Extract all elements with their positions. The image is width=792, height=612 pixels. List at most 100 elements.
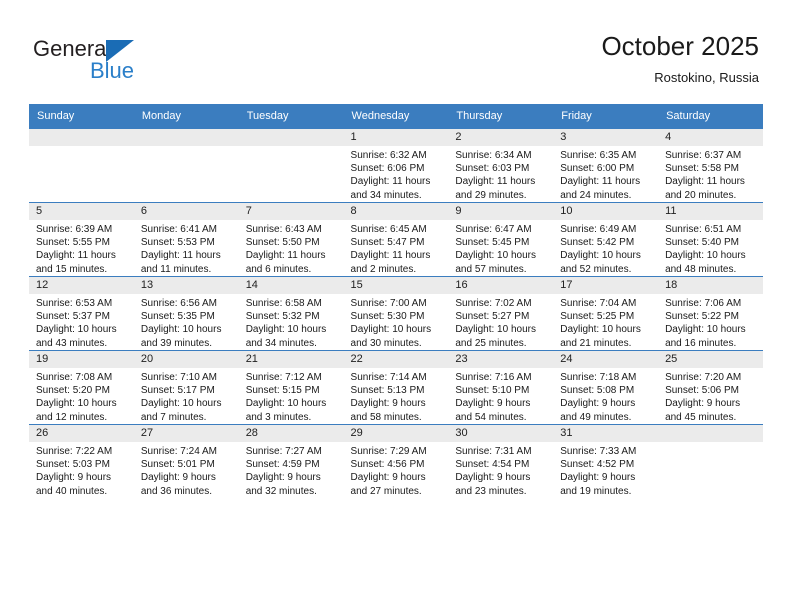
calendar-day-cell[interactable]: 12 Sunrise: 6:53 AM Sunset: 5:37 PM Dayligh… <box>29 276 134 351</box>
sunset-time: Sunset: 6:06 PM <box>350 163 425 175</box>
calendar-day-cell[interactable]: 19 Sunrise: 7:08 AM Sunset: 5:20 PM Dayligh… <box>29 350 134 425</box>
calendar-day-cell[interactable]: 5 Sunrise: 6:39 AM Sunset: 5:55 PM Daylight… <box>29 202 134 277</box>
sunset-time: Sunset: 4:59 PM <box>245 459 320 471</box>
calendar-day-cell[interactable]: 9 Sunrise: 6:47 AM Sunset: 5:45 PM Daylight… <box>448 202 554 277</box>
day-cell-content: 25 Sunrise: 7:20 AM Sunset: 5:06 PM Dayligh… <box>658 351 763 424</box>
sunset-time: Sunset: 4:52 PM <box>560 459 635 471</box>
daylight-duration-line2: and 36 minutes. <box>140 485 213 497</box>
day-details: Sunrise: 6:41 AM Sunset: 5:53 PM Daylight:… <box>134 220 239 276</box>
day-cell-content: 12 Sunrise: 6:53 AM Sunset: 5:37 PM Dayligh… <box>29 277 134 350</box>
day-cell-content <box>133 129 239 202</box>
day-cell-content: 11 Sunrise: 6:51 AM Sunset: 5:40 PM Dayligh… <box>658 203 763 276</box>
calendar-day-cell[interactable]: 13 Sunrise: 6:56 AM Sunset: 5:35 PM Dayligh… <box>133 276 239 351</box>
calendar-day-cell[interactable]: 21 Sunrise: 7:12 AM Sunset: 5:15 PM Dayligh… <box>238 350 344 425</box>
calendar-day-cell[interactable]: 31 Sunrise: 7:33 AM Sunset: 4:52 PM Dayligh… <box>553 424 659 498</box>
daylight-duration-line1: Daylight: 10 hours <box>455 250 536 262</box>
daylight-duration-line2: and 34 minutes. <box>350 189 422 201</box>
daylight-duration-line2: and 30 minutes. <box>350 337 422 349</box>
calendar-day-cell[interactable]: 28 Sunrise: 7:27 AM Sunset: 4:59 PM Dayligh… <box>238 424 344 498</box>
calendar-day-cell[interactable]: 8 Sunrise: 6:45 AM Sunset: 5:47 PM Daylight… <box>343 202 449 277</box>
day-cell-content: 30 Sunrise: 7:31 AM Sunset: 4:54 PM Dayligh… <box>448 425 554 498</box>
daylight-duration-line1: Daylight: 11 hours <box>245 250 326 262</box>
sunset-time: Sunset: 5:27 PM <box>455 311 530 323</box>
sunset-time: Sunset: 5:47 PM <box>350 237 425 249</box>
day-number <box>238 129 344 146</box>
calendar-day-cell[interactable]: 24 Sunrise: 7:18 AM Sunset: 5:08 PM Dayligh… <box>553 350 659 425</box>
calendar-day-cell[interactable]: 17 Sunrise: 7:04 AM Sunset: 5:25 PM Dayligh… <box>553 276 659 351</box>
daylight-duration-line1: Daylight: 10 hours <box>560 324 641 336</box>
calendar-header-row: Sunday Monday Tuesday Wednesday Thursday… <box>29 104 763 129</box>
day-number: 13 <box>133 277 239 294</box>
sunset-time: Sunset: 5:40 PM <box>665 237 739 249</box>
day-cell-content: 1 Sunrise: 6:32 AM Sunset: 6:06 PM Daylight… <box>343 129 449 202</box>
daylight-duration-line2: and 32 minutes. <box>245 485 317 497</box>
day-number: 2 <box>448 129 554 146</box>
day-number: 6 <box>133 203 239 220</box>
calendar-day-cell[interactable]: 2 Sunrise: 6:34 AM Sunset: 6:03 PM Daylight… <box>448 128 554 203</box>
calendar-day-cell[interactable]: 7 Sunrise: 6:43 AM Sunset: 5:50 PM Daylight… <box>238 202 344 277</box>
daylight-duration-line2: and 52 minutes. <box>560 263 632 275</box>
sunset-time: Sunset: 4:54 PM <box>455 459 530 471</box>
daylight-duration-line2: and 39 minutes. <box>140 337 213 349</box>
daylight-duration-line1: Daylight: 10 hours <box>245 324 327 336</box>
day-cell-content: 22 Sunrise: 7:14 AM Sunset: 5:13 PM Dayligh… <box>343 351 449 424</box>
day-number: 30 <box>448 425 554 442</box>
calendar-day-cell[interactable]: 11 Sunrise: 6:51 AM Sunset: 5:40 PM Dayligh… <box>658 202 763 277</box>
weekday-header-thursday: Thursday <box>448 104 554 129</box>
sunset-time: Sunset: 5:55 PM <box>36 237 110 249</box>
daylight-duration-line2: and 43 minutes. <box>36 337 108 349</box>
general-blue-logo[interactable]: General Blue <box>33 36 213 86</box>
weekday-header-wednesday: Wednesday <box>343 104 449 129</box>
daylight-duration-line2: and 29 minutes. <box>455 189 527 201</box>
day-details: Sunrise: 7:33 AM Sunset: 4:52 PM Daylight:… <box>553 442 658 498</box>
calendar-day-cell[interactable]: 26 Sunrise: 7:22 AM Sunset: 5:03 PM Dayligh… <box>29 424 134 498</box>
daylight-duration-line2: and 19 minutes. <box>560 485 632 497</box>
calendar-day-cell[interactable]: 23 Sunrise: 7:16 AM Sunset: 5:10 PM Dayligh… <box>448 350 554 425</box>
day-number <box>133 129 239 146</box>
daylight-duration-line2: and 7 minutes. <box>140 411 207 423</box>
calendar-day-cell[interactable]: 29 Sunrise: 7:29 AM Sunset: 4:56 PM Dayligh… <box>343 424 449 498</box>
calendar-day-cell[interactable]: 30 Sunrise: 7:31 AM Sunset: 4:54 PM Dayligh… <box>448 424 554 498</box>
daylight-duration-line1: Daylight: 9 hours <box>560 472 636 484</box>
day-details: Sunrise: 7:20 AM Sunset: 5:06 PM Daylight:… <box>658 368 763 424</box>
day-cell-content: 6 Sunrise: 6:41 AM Sunset: 5:53 PM Daylight… <box>133 203 239 276</box>
page-subtitle: Rostokino, Russia <box>654 70 759 85</box>
weekday-header-sunday: Sunday <box>29 104 134 129</box>
sunset-time: Sunset: 5:42 PM <box>560 237 635 249</box>
day-number: 12 <box>29 277 134 294</box>
sunset-time: Sunset: 5:10 PM <box>455 385 530 397</box>
calendar-day-cell[interactable]: 1 Sunrise: 6:32 AM Sunset: 6:06 PM Daylight… <box>343 128 449 203</box>
daylight-duration-line1: Daylight: 11 hours <box>455 176 536 188</box>
day-number: 23 <box>448 351 554 368</box>
calendar-day-cell[interactable]: 4 Sunrise: 6:37 AM Sunset: 5:58 PM Daylight… <box>658 128 763 203</box>
day-details: Sunrise: 6:32 AM Sunset: 6:06 PM Daylight:… <box>344 146 449 202</box>
calendar-day-cell[interactable]: 18 Sunrise: 7:06 AM Sunset: 5:22 PM Dayligh… <box>658 276 763 351</box>
sunrise-time: Sunrise: 7:18 AM <box>560 372 637 383</box>
daylight-duration-line2: and 54 minutes. <box>455 411 527 423</box>
day-details: Sunrise: 6:39 AM Sunset: 5:55 PM Daylight:… <box>29 220 134 276</box>
day-cell-content: 4 Sunrise: 6:37 AM Sunset: 5:58 PM Daylight… <box>658 129 763 202</box>
sunrise-time: Sunrise: 7:33 AM <box>560 446 637 457</box>
day-number: 29 <box>343 425 449 442</box>
calendar-day-cell[interactable]: 27 Sunrise: 7:24 AM Sunset: 5:01 PM Dayligh… <box>133 424 239 498</box>
calendar-day-cell[interactable]: 10 Sunrise: 6:49 AM Sunset: 5:42 PM Dayligh… <box>553 202 659 277</box>
calendar-day-cell[interactable]: 14 Sunrise: 6:58 AM Sunset: 5:32 PM Dayligh… <box>238 276 344 351</box>
calendar-day-cell[interactable]: 15 Sunrise: 7:00 AM Sunset: 5:30 PM Dayligh… <box>343 276 449 351</box>
daylight-duration-line1: Daylight: 10 hours <box>36 324 117 336</box>
calendar-day-cell[interactable]: 16 Sunrise: 7:02 AM Sunset: 5:27 PM Dayligh… <box>448 276 554 351</box>
day-number: 5 <box>29 203 134 220</box>
calendar-day-cell[interactable]: 3 Sunrise: 6:35 AM Sunset: 6:00 PM Daylight… <box>553 128 659 203</box>
day-details: Sunrise: 6:43 AM Sunset: 5:50 PM Daylight:… <box>239 220 344 276</box>
daylight-duration-line1: Daylight: 11 hours <box>350 176 431 188</box>
day-details: Sunrise: 7:24 AM Sunset: 5:01 PM Daylight:… <box>134 442 239 498</box>
daylight-duration-line2: and 40 minutes. <box>36 485 108 497</box>
calendar-day-cell[interactable]: 20 Sunrise: 7:10 AM Sunset: 5:17 PM Dayligh… <box>133 350 239 425</box>
daylight-duration-line2: and 12 minutes. <box>36 411 108 423</box>
day-number: 19 <box>29 351 134 368</box>
daylight-duration-line1: Daylight: 10 hours <box>140 398 222 410</box>
daylight-duration-line2: and 11 minutes. <box>140 263 212 275</box>
day-cell-content: 13 Sunrise: 6:56 AM Sunset: 5:35 PM Dayligh… <box>133 277 239 350</box>
calendar-day-cell[interactable]: 25 Sunrise: 7:20 AM Sunset: 5:06 PM Dayligh… <box>658 350 763 425</box>
calendar-day-cell[interactable]: 22 Sunrise: 7:14 AM Sunset: 5:13 PM Dayligh… <box>343 350 449 425</box>
calendar-day-cell[interactable]: 6 Sunrise: 6:41 AM Sunset: 5:53 PM Daylight… <box>133 202 239 277</box>
